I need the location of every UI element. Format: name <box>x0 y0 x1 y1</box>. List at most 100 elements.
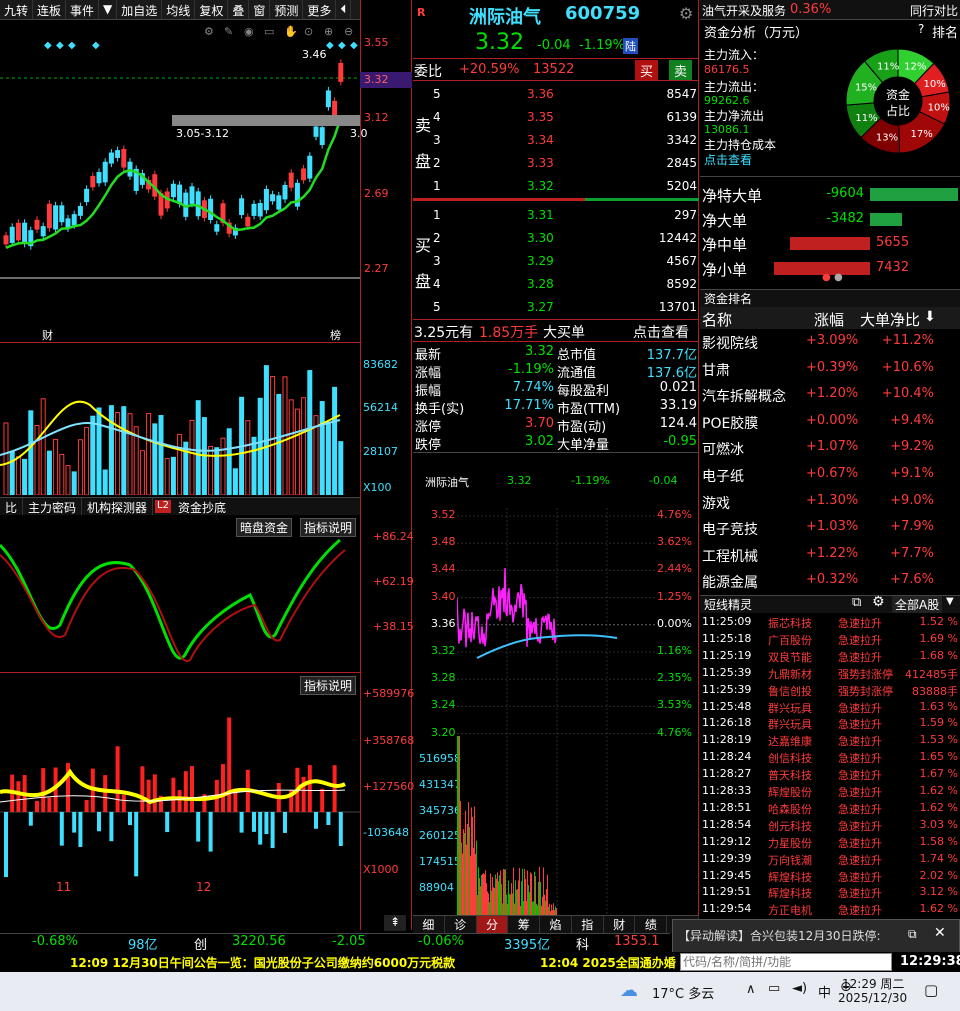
ask-row[interactable]: 5 3.36 8547 <box>413 84 699 106</box>
volume-chart[interactable] <box>0 345 360 495</box>
toolbar-item[interactable]: 预测 <box>270 0 304 19</box>
code-search-input[interactable] <box>680 953 892 971</box>
f10-tab[interactable]: 绩 <box>635 916 668 933</box>
toolbar-item[interactable]: 叠 <box>228 0 250 19</box>
shortline-row[interactable]: 11:29:51 辉煌科技 急速拉升 3.12 % <box>700 884 960 901</box>
chevron-down-icon[interactable]: ▼ <box>946 596 954 607</box>
toolbar-item[interactable]: 复权 <box>195 0 229 19</box>
popout-icon[interactable]: ⧉ <box>852 595 861 610</box>
settings-gear-icon[interactable]: ⚙ <box>679 4 693 23</box>
shortline-row[interactable]: 11:25:39 鲁信创投 强势封涨停 83888手 <box>700 682 960 699</box>
weather-cloud-icon[interactable]: ☁ <box>620 980 638 1001</box>
f10-tab[interactable]: 指 <box>572 916 604 933</box>
tray-chevron-up-icon[interactable]: ∧ <box>746 982 756 997</box>
rank-row[interactable]: 工程机械 +1.22% +7.7% <box>700 542 960 568</box>
f10-tab[interactable]: 筹 <box>508 916 541 933</box>
close-icon[interactable]: ✕ <box>934 925 946 941</box>
volume-icon[interactable]: ◄) <box>792 981 807 996</box>
bid-row[interactable]: 3 3.29 4567 <box>413 251 699 273</box>
shortline-row[interactable]: 11:28:24 创信科技 急速拉升 1.65 % <box>700 749 960 766</box>
help-icon[interactable]: ? <box>918 22 924 36</box>
rank-row[interactable]: POE胶膜 +0.00% +9.4% <box>700 409 960 435</box>
f10-tab[interactable]: 焰 <box>540 916 572 933</box>
shortline-row[interactable]: 11:25:19 双良节能 急速拉升 1.68 % <box>700 648 960 665</box>
f10-tab[interactable]: 细 <box>413 916 445 933</box>
tab-jigou[interactable]: 机构探测器 <box>82 498 154 515</box>
toolbar-item[interactable]: 事件 <box>66 0 100 19</box>
shortline-row[interactable]: 11:25:39 九鼎新材 强势封涨停 412485手 <box>700 665 960 682</box>
shortline-row[interactable]: 11:28:54 创元科技 急速拉升 3.03 % <box>700 817 960 834</box>
ask-row[interactable]: 2 3.33 2845 <box>413 153 699 175</box>
fund-pie-chart[interactable]: 12%10%10%17%13%11%15%11%资金占比 <box>838 36 958 166</box>
news-item-2[interactable]: 12:04 2025全国通办婚 <box>540 954 680 971</box>
toolbar-item[interactable]: 窗 <box>249 0 271 19</box>
shortline-row[interactable]: 11:29:12 力星股份 急速拉升 1.58 % <box>700 834 960 851</box>
bid-row[interactable]: 2 3.30 12442 <box>413 228 699 250</box>
f10-tab[interactable]: 诊 <box>445 916 477 933</box>
page-dot-active[interactable]: ● <box>822 272 831 283</box>
shortline-row[interactable]: 11:28:33 辉煌股份 急速拉升 1.62 % <box>700 783 960 800</box>
marker-bang[interactable]: 榜 <box>330 327 341 343</box>
sort-desc-icon[interactable]: ⬇ <box>924 309 936 325</box>
toolbar-item[interactable]: 更多 <box>303 0 337 19</box>
toolbar-item[interactable]: ⏴ <box>336 0 352 19</box>
rank-row[interactable]: 能源金属 +0.32% +7.6% <box>700 568 960 594</box>
sell-button[interactable]: 卖 <box>669 60 693 81</box>
kline-chart[interactable]: ◆ ◆ ◆ ◆ ◆ ◆ ◆ ⚙ ✎ ◉ ▭ ✋ ⊙ ⊕ ⊖ <box>0 20 360 340</box>
shortline-row[interactable]: 11:28:27 普天科技 急速拉升 1.67 % <box>700 766 960 783</box>
f10-tab[interactable]: 分 <box>476 916 509 933</box>
ask-row[interactable]: 4 3.35 6139 <box>413 107 699 129</box>
rank-row[interactable]: 电子纸 +0.67% +9.1% <box>700 462 960 488</box>
rank-header-ratio[interactable]: 大单净比 <box>860 309 920 330</box>
rank-row[interactable]: 游戏 +1.30% +9.0% <box>700 489 960 515</box>
notification-icon[interactable]: ▢ <box>924 981 938 999</box>
shortline-row[interactable]: 11:28:51 哈森股份 急速拉升 1.62 % <box>700 800 960 817</box>
rank-row[interactable]: 汽车拆解概念 +1.20% +10.4% <box>700 382 960 408</box>
taskbar-time[interactable]: 12:29 周二 <box>842 975 904 992</box>
cost-link[interactable]: 点击查看 <box>704 151 752 168</box>
market-filter-select[interactable]: 全部A股 <box>892 596 943 613</box>
rank-row[interactable]: 可燃冰 +1.07% +9.2% <box>700 435 960 461</box>
bid-row[interactable]: 4 3.28 8592 <box>413 274 699 296</box>
f10-tab[interactable]: 财 <box>604 916 636 933</box>
toolbar-item[interactable]: 九转 <box>0 0 34 19</box>
shortline-row[interactable]: 11:29:54 方正电机 急速拉升 1.62 % <box>700 901 960 918</box>
ask-row[interactable]: 1 3.32 5204 <box>413 176 699 198</box>
shortline-row[interactable]: 11:28:19 达嘉维康 急速拉升 1.53 % <box>700 732 960 749</box>
ime-indicator[interactable]: 中 <box>818 982 831 1001</box>
weather-text[interactable]: 17°C 多云 <box>652 983 714 1002</box>
shortline-row[interactable]: 11:29:45 辉煌科技 急速拉升 2.02 % <box>700 868 960 885</box>
buy-button[interactable]: 买 <box>635 60 659 81</box>
intraday-chart[interactable] <box>457 508 657 916</box>
peer-compare-link[interactable]: 同行对比 <box>910 2 958 19</box>
tab-bi[interactable]: 比 <box>0 498 24 515</box>
alert-popup-text[interactable]: 【异动解读】合兴包装12月30日跌停: <box>678 927 900 944</box>
bid-row[interactable]: 1 3.31 297 <box>413 205 699 227</box>
gear-icon[interactable]: ⚙ <box>872 594 885 610</box>
tab-zhuli[interactable]: 主力密码 <box>23 498 83 515</box>
scroll-top-icon[interactable]: ⇞ <box>384 915 406 931</box>
shortline-row[interactable]: 11:29:39 万向钱潮 急速拉升 1.74 % <box>700 851 960 868</box>
shortline-row[interactable]: 11:25:18 广百股份 急速拉升 1.69 % <box>700 631 960 648</box>
rank-row[interactable]: 甘肃 +0.39% +10.6% <box>700 356 960 382</box>
rank-header-name[interactable]: 名称 <box>702 309 732 330</box>
shortline-row[interactable]: 11:25:48 群兴玩具 急速拉升 1.63 % <box>700 699 960 716</box>
rank-row[interactable]: 电子竞技 +1.03% +7.9% <box>700 515 960 541</box>
toolbar-item[interactable]: 均线 <box>162 0 196 19</box>
rank-header-pct[interactable]: 涨幅 <box>814 309 844 330</box>
bigorder-link[interactable]: 点击查看 <box>633 322 689 342</box>
page-dot[interactable]: ● <box>834 272 843 283</box>
toolbar-item[interactable]: ▼ <box>99 0 118 19</box>
news-item-1[interactable]: 12:09 12月30日午间公告一览：国光股份子公司缴纳约6000万元税款 <box>70 954 455 971</box>
capital-flow-chart[interactable] <box>0 692 360 877</box>
shortline-row[interactable]: 11:26:18 群兴玩具 急速拉升 1.59 % <box>700 715 960 732</box>
tab-zijin-chaodi[interactable]: 资金抄底 <box>173 498 231 515</box>
toolbar-item[interactable]: 加自选 <box>117 0 163 19</box>
marker-cai[interactable]: 财 <box>42 327 53 343</box>
restore-icon[interactable]: ⧉ <box>908 927 917 942</box>
taskbar-date[interactable]: 2025/12/30 <box>838 991 907 1005</box>
sector-name[interactable]: 油气开采及服务 <box>702 2 786 19</box>
rank-row[interactable]: 影视院线 +3.09% +11.2% <box>700 329 960 355</box>
ask-row[interactable]: 3 3.34 3342 <box>413 130 699 152</box>
shortline-row[interactable]: 11:25:09 振芯科技 急速拉升 1.52 % <box>700 614 960 631</box>
